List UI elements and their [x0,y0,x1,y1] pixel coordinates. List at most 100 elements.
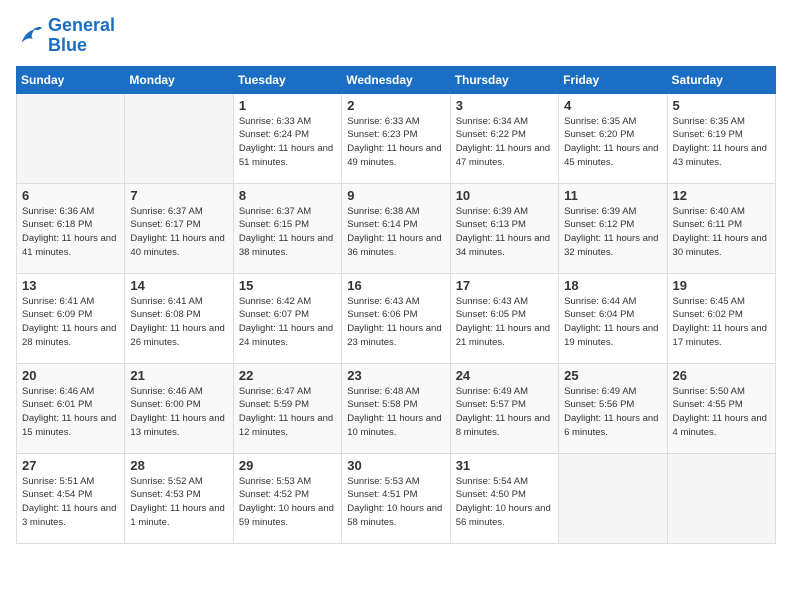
day-info: Sunrise: 6:33 AM Sunset: 6:23 PM Dayligh… [347,115,444,170]
day-number: 6 [22,188,119,203]
day-cell: 28Sunrise: 5:52 AM Sunset: 4:53 PM Dayli… [125,453,233,543]
day-info: Sunrise: 6:36 AM Sunset: 6:18 PM Dayligh… [22,205,119,260]
logo-icon [16,22,44,50]
day-cell [559,453,667,543]
day-info: Sunrise: 6:40 AM Sunset: 6:11 PM Dayligh… [673,205,770,260]
day-info: Sunrise: 6:41 AM Sunset: 6:08 PM Dayligh… [130,295,227,350]
day-cell: 9 Sunrise: 6:38 AM Sunset: 6:14 PM Daylig… [342,183,450,273]
calendar-table: SundayMondayTuesdayWednesdayThursdayFrid… [16,66,776,544]
day-info: Sunrise: 6:43 AM Sunset: 6:06 PM Dayligh… [347,295,444,350]
header-row: SundayMondayTuesdayWednesdayThursdayFrid… [17,66,776,93]
day-info: Sunrise: 6:46 AM Sunset: 6:01 PM Dayligh… [22,385,119,440]
logo-line1: General [48,16,115,36]
day-number: 20 [22,368,119,383]
week-row-1: 1 Sunrise: 6:33 AM Sunset: 6:24 PM Daylig… [17,93,776,183]
day-cell: 5 Sunrise: 6:35 AM Sunset: 6:19 PM Daylig… [667,93,775,183]
day-cell [667,453,775,543]
day-number: 16 [347,278,444,293]
day-info: Sunrise: 6:34 AM Sunset: 6:22 PM Dayligh… [456,115,553,170]
logo-text: General Blue [48,16,115,56]
day-number: 15 [239,278,336,293]
day-cell: 11 Sunrise: 6:39 AM Sunset: 6:12 PM Dayli… [559,183,667,273]
week-row-2: 6 Sunrise: 6:36 AM Sunset: 6:18 PM Daylig… [17,183,776,273]
day-number: 19 [673,278,770,293]
day-cell: 21 Sunrise: 6:46 AM Sunset: 6:00 PM Dayli… [125,363,233,453]
day-header-wednesday: Wednesday [342,66,450,93]
day-cell: 18 Sunrise: 6:44 AM Sunset: 6:04 PM Dayli… [559,273,667,363]
day-cell: 27 Sunrise: 5:51 AM Sunset: 4:54 PM Dayli… [17,453,125,543]
day-number: 18 [564,278,661,293]
day-cell: 23 Sunrise: 6:48 AM Sunset: 5:58 PM Dayli… [342,363,450,453]
day-cell: 31Sunrise: 5:54 AM Sunset: 4:50 PM Dayli… [450,453,558,543]
day-number: 24 [456,368,553,383]
day-header-tuesday: Tuesday [233,66,341,93]
day-cell: 7Sunrise: 6:37 AM Sunset: 6:17 PM Daylig… [125,183,233,273]
day-number: 9 [347,188,444,203]
day-info: Sunrise: 5:53 AM Sunset: 4:51 PM Dayligh… [347,475,444,530]
day-cell: 25 Sunrise: 6:49 AM Sunset: 5:56 PM Dayli… [559,363,667,453]
day-number: 31 [456,458,553,473]
day-number: 17 [456,278,553,293]
day-info: Sunrise: 6:44 AM Sunset: 6:04 PM Dayligh… [564,295,661,350]
day-info: Sunrise: 6:42 AM Sunset: 6:07 PM Dayligh… [239,295,336,350]
day-number: 3 [456,98,553,113]
day-cell: 6 Sunrise: 6:36 AM Sunset: 6:18 PM Daylig… [17,183,125,273]
day-cell: 13 Sunrise: 6:41 AM Sunset: 6:09 PM Dayli… [17,273,125,363]
day-cell: 22Sunrise: 6:47 AM Sunset: 5:59 PM Dayli… [233,363,341,453]
day-info: Sunrise: 6:47 AM Sunset: 5:59 PM Dayligh… [239,385,336,440]
day-cell: 8 Sunrise: 6:37 AM Sunset: 6:15 PM Daylig… [233,183,341,273]
day-number: 8 [239,188,336,203]
day-info: Sunrise: 5:50 AM Sunset: 4:55 PM Dayligh… [673,385,770,440]
day-info: Sunrise: 6:41 AM Sunset: 6:09 PM Dayligh… [22,295,119,350]
day-info: Sunrise: 6:35 AM Sunset: 6:19 PM Dayligh… [673,115,770,170]
day-cell: 12 Sunrise: 6:40 AM Sunset: 6:11 PM Dayli… [667,183,775,273]
day-number: 14 [130,278,227,293]
day-number: 25 [564,368,661,383]
day-number: 5 [673,98,770,113]
day-number: 30 [347,458,444,473]
day-info: Sunrise: 5:53 AM Sunset: 4:52 PM Dayligh… [239,475,336,530]
day-info: Sunrise: 6:37 AM Sunset: 6:15 PM Dayligh… [239,205,336,260]
day-info: Sunrise: 6:38 AM Sunset: 6:14 PM Dayligh… [347,205,444,260]
day-cell: 30 Sunrise: 5:53 AM Sunset: 4:51 PM Dayli… [342,453,450,543]
week-row-3: 13 Sunrise: 6:41 AM Sunset: 6:09 PM Dayli… [17,273,776,363]
day-cell: 20 Sunrise: 6:46 AM Sunset: 6:01 PM Dayli… [17,363,125,453]
day-info: Sunrise: 6:43 AM Sunset: 6:05 PM Dayligh… [456,295,553,350]
day-cell [125,93,233,183]
day-number: 27 [22,458,119,473]
day-info: Sunrise: 5:51 AM Sunset: 4:54 PM Dayligh… [22,475,119,530]
day-cell: 16 Sunrise: 6:43 AM Sunset: 6:06 PM Dayli… [342,273,450,363]
week-row-4: 20 Sunrise: 6:46 AM Sunset: 6:01 PM Dayli… [17,363,776,453]
day-cell: 10 Sunrise: 6:39 AM Sunset: 6:13 PM Dayli… [450,183,558,273]
day-info: Sunrise: 6:33 AM Sunset: 6:24 PM Dayligh… [239,115,336,170]
day-cell: 1 Sunrise: 6:33 AM Sunset: 6:24 PM Daylig… [233,93,341,183]
day-cell: 29 Sunrise: 5:53 AM Sunset: 4:52 PM Dayli… [233,453,341,543]
page-header: General Blue [16,16,776,56]
day-info: Sunrise: 6:48 AM Sunset: 5:58 PM Dayligh… [347,385,444,440]
day-number: 13 [22,278,119,293]
day-info: Sunrise: 6:37 AM Sunset: 6:17 PM Dayligh… [130,205,227,260]
day-header-friday: Friday [559,66,667,93]
logo: General Blue [16,16,115,56]
day-number: 29 [239,458,336,473]
day-number: 23 [347,368,444,383]
day-info: Sunrise: 6:39 AM Sunset: 6:12 PM Dayligh… [564,205,661,260]
day-header-monday: Monday [125,66,233,93]
day-number: 4 [564,98,661,113]
day-number: 1 [239,98,336,113]
day-header-thursday: Thursday [450,66,558,93]
day-number: 12 [673,188,770,203]
day-header-saturday: Saturday [667,66,775,93]
day-info: Sunrise: 6:39 AM Sunset: 6:13 PM Dayligh… [456,205,553,260]
day-number: 10 [456,188,553,203]
day-cell [17,93,125,183]
day-info: Sunrise: 6:45 AM Sunset: 6:02 PM Dayligh… [673,295,770,350]
day-number: 21 [130,368,227,383]
day-info: Sunrise: 6:46 AM Sunset: 6:00 PM Dayligh… [130,385,227,440]
day-number: 11 [564,188,661,203]
day-info: Sunrise: 5:52 AM Sunset: 4:53 PM Dayligh… [130,475,227,530]
day-info: Sunrise: 6:49 AM Sunset: 5:56 PM Dayligh… [564,385,661,440]
day-cell: 26 Sunrise: 5:50 AM Sunset: 4:55 PM Dayli… [667,363,775,453]
day-number: 26 [673,368,770,383]
week-row-5: 27 Sunrise: 5:51 AM Sunset: 4:54 PM Dayli… [17,453,776,543]
